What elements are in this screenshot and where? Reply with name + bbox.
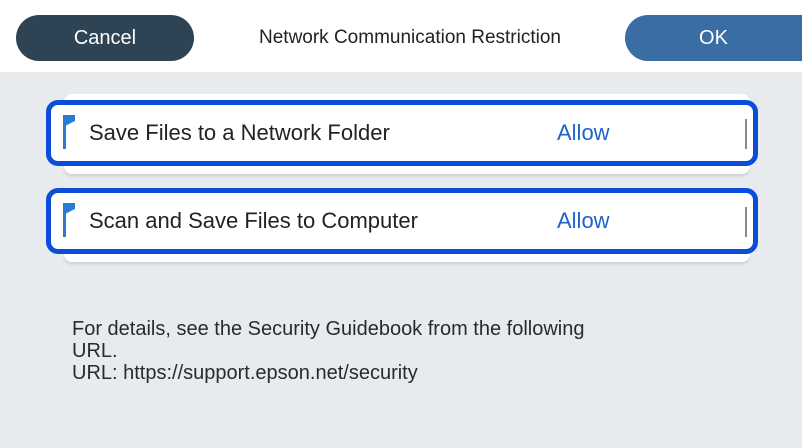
flag-head-icon	[63, 203, 75, 215]
list-item-backing	[64, 166, 750, 174]
details-url-line: URL: https://support.epson.net/security	[72, 362, 418, 384]
setting-label: Scan and Save Files to Computer	[89, 208, 418, 233]
settings-panel: Save Files to a Network Folder Allow Sca…	[0, 72, 802, 448]
setting-label: Save Files to a Network Folder	[89, 120, 390, 145]
header-bar: Cancel Network Communication Restriction…	[0, 0, 802, 72]
details-text: For details, see the Security Guidebook …	[72, 318, 772, 384]
flag-head-icon	[63, 115, 75, 127]
list-item-backing	[64, 254, 750, 262]
setting-scan-save-to-computer[interactable]: Scan and Save Files to Computer Allow	[46, 188, 758, 254]
item-edge-marker	[745, 119, 747, 149]
item-edge-marker	[745, 207, 747, 237]
page-title: Network Communication Restriction	[259, 27, 561, 48]
setting-save-to-network-folder[interactable]: Save Files to a Network Folder Allow	[46, 100, 758, 166]
details-line-1: For details, see the Security Guidebook …	[72, 318, 585, 340]
cancel-button[interactable]: Cancel	[16, 15, 194, 61]
setting-value: Allow	[557, 208, 610, 233]
details-line-2: URL.	[72, 340, 118, 362]
ok-button[interactable]: OK	[625, 15, 802, 61]
setting-value: Allow	[557, 120, 610, 145]
